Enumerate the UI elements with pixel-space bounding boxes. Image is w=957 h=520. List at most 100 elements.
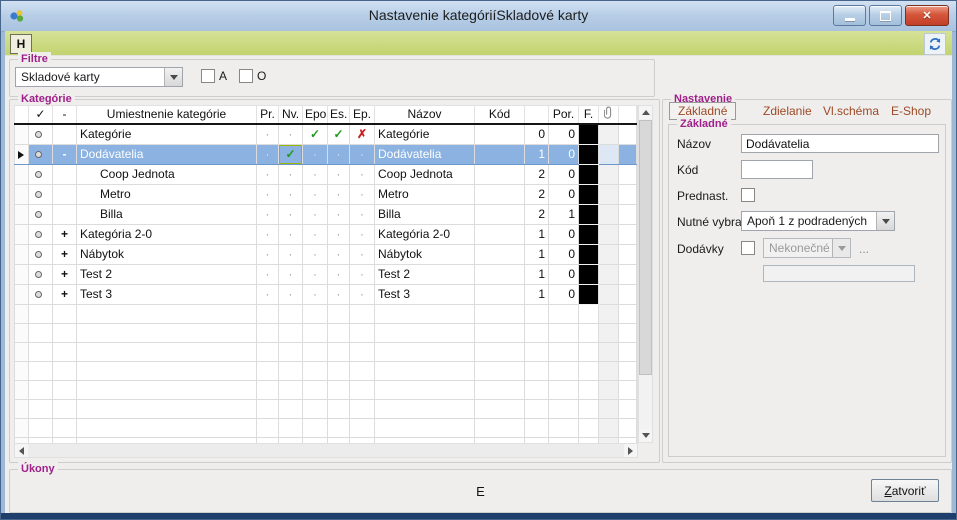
cell-nazov[interactable]: Coop Jednota [375, 164, 475, 184]
cell-check[interactable] [29, 124, 53, 145]
cell-lvl[interactable] [525, 418, 549, 437]
cell-f[interactable] [579, 124, 599, 145]
cell-x[interactable] [619, 380, 637, 399]
cell-por[interactable] [549, 361, 579, 380]
dodavky-extra-input[interactable] [763, 265, 915, 282]
cell-x[interactable] [619, 323, 637, 342]
cell-kod[interactable] [475, 304, 525, 323]
column-header-es[interactable]: Es. [328, 106, 350, 124]
filter-type-dropdown-button[interactable] [164, 68, 182, 86]
cell-nazov[interactable] [375, 342, 475, 361]
cell-umiest[interactable]: Dodávatelia [77, 144, 257, 164]
cell-sel[interactable] [15, 184, 29, 204]
cell-por[interactable]: 0 [549, 244, 579, 264]
cell-umiest[interactable] [77, 418, 257, 437]
cell-check[interactable] [29, 418, 53, 437]
cell-sel[interactable] [15, 244, 29, 264]
cell-epo[interactable] [303, 304, 328, 323]
cell-clip[interactable] [599, 418, 619, 437]
cell-sel[interactable] [15, 224, 29, 244]
cell-lvl[interactable]: 1 [525, 144, 549, 164]
title-bar[interactable]: Nastavenie kategóriíSkladové karty ✕ [1, 1, 956, 32]
cell-sel[interactable] [15, 304, 29, 323]
cell-kod[interactable] [475, 361, 525, 380]
cell-nazov[interactable]: Kategórie [375, 124, 475, 145]
cell-check[interactable] [29, 204, 53, 224]
filter-type-select[interactable]: Skladové karty [15, 67, 183, 87]
cell-f[interactable] [579, 304, 599, 323]
cell-lvl[interactable]: 2 [525, 204, 549, 224]
cell-nv[interactable] [279, 380, 303, 399]
tab-vlschema[interactable]: Vl.schéma [823, 104, 879, 118]
empty-table-row[interactable] [15, 361, 637, 380]
cell-minus[interactable] [53, 380, 77, 399]
cell-minus[interactable]: - [53, 144, 77, 164]
cell-por[interactable] [549, 418, 579, 437]
cell-ep[interactable]: · [350, 164, 375, 184]
cell-ep[interactable]: · [350, 244, 375, 264]
cell-check[interactable] [29, 144, 53, 164]
column-header-umiest[interactable]: Umiestnenie kategórie [77, 106, 257, 124]
cell-x[interactable] [619, 361, 637, 380]
cell-clip[interactable] [599, 380, 619, 399]
paperclip-column-header[interactable] [599, 106, 619, 124]
cell-es[interactable]: · [328, 224, 350, 244]
table-row[interactable]: +Kategória 2-0·····Kategória 2-010 [15, 224, 637, 244]
column-header-sel[interactable] [15, 106, 29, 124]
cell-por[interactable]: 0 [549, 224, 579, 244]
cell-f[interactable] [579, 399, 599, 418]
scroll-left-button[interactable] [15, 444, 28, 457]
cell-x[interactable] [619, 399, 637, 418]
cell-kod[interactable] [475, 244, 525, 264]
cell-umiest[interactable]: Test 3 [77, 284, 257, 304]
cell-nv[interactable]: · [279, 244, 303, 264]
cell-sel[interactable] [15, 284, 29, 304]
table-row[interactable]: -Dodávatelia·✓···Dodávatelia10 [15, 144, 637, 164]
cell-f[interactable] [579, 164, 599, 184]
cell-nv[interactable]: · [279, 284, 303, 304]
cell-nazov[interactable] [375, 304, 475, 323]
cell-x[interactable] [619, 224, 637, 244]
cell-check[interactable] [29, 304, 53, 323]
cell-lvl[interactable] [525, 323, 549, 342]
cell-x[interactable] [619, 284, 637, 304]
table-row[interactable]: +Nábytok·····Nábytok10 [15, 244, 637, 264]
cell-ep[interactable] [350, 399, 375, 418]
cell-epo[interactable] [303, 418, 328, 437]
cell-kod[interactable] [475, 323, 525, 342]
scroll-down-button[interactable] [639, 429, 652, 442]
cell-nv[interactable] [279, 323, 303, 342]
cell-x[interactable] [619, 144, 637, 164]
cell-minus[interactable] [53, 204, 77, 224]
empty-table-row[interactable] [15, 342, 637, 361]
checkbox-o[interactable] [239, 69, 253, 83]
cell-minus[interactable] [53, 323, 77, 342]
cell-sel[interactable] [15, 204, 29, 224]
cell-minus[interactable] [53, 304, 77, 323]
cell-check[interactable] [29, 264, 53, 284]
minimize-button[interactable] [833, 5, 866, 26]
cell-ep[interactable]: · [350, 204, 375, 224]
cell-minus[interactable] [53, 342, 77, 361]
cell-umiest[interactable]: Coop Jednota [77, 164, 257, 184]
cell-sel[interactable] [15, 342, 29, 361]
empty-table-row[interactable] [15, 304, 637, 323]
cell-umiest[interactable] [77, 342, 257, 361]
cell-check[interactable] [29, 361, 53, 380]
cell-umiest[interactable] [77, 399, 257, 418]
close-dialog-button[interactable]: Zatvoriť [871, 479, 939, 502]
cell-f[interactable] [579, 284, 599, 304]
nutne-vybrat-select[interactable]: Apoň 1 z podradených [741, 211, 895, 231]
empty-table-row[interactable] [15, 323, 637, 342]
cell-clip[interactable] [599, 361, 619, 380]
cell-ep[interactable] [350, 323, 375, 342]
cell-es[interactable] [328, 323, 350, 342]
cell-kod[interactable] [475, 399, 525, 418]
cell-nazov[interactable]: Kategória 2-0 [375, 224, 475, 244]
cell-epo[interactable] [303, 323, 328, 342]
cell-por[interactable] [549, 342, 579, 361]
cell-epo[interactable] [303, 380, 328, 399]
cell-f[interactable] [579, 323, 599, 342]
cell-es[interactable]: · [328, 244, 350, 264]
cell-lvl[interactable]: 2 [525, 184, 549, 204]
